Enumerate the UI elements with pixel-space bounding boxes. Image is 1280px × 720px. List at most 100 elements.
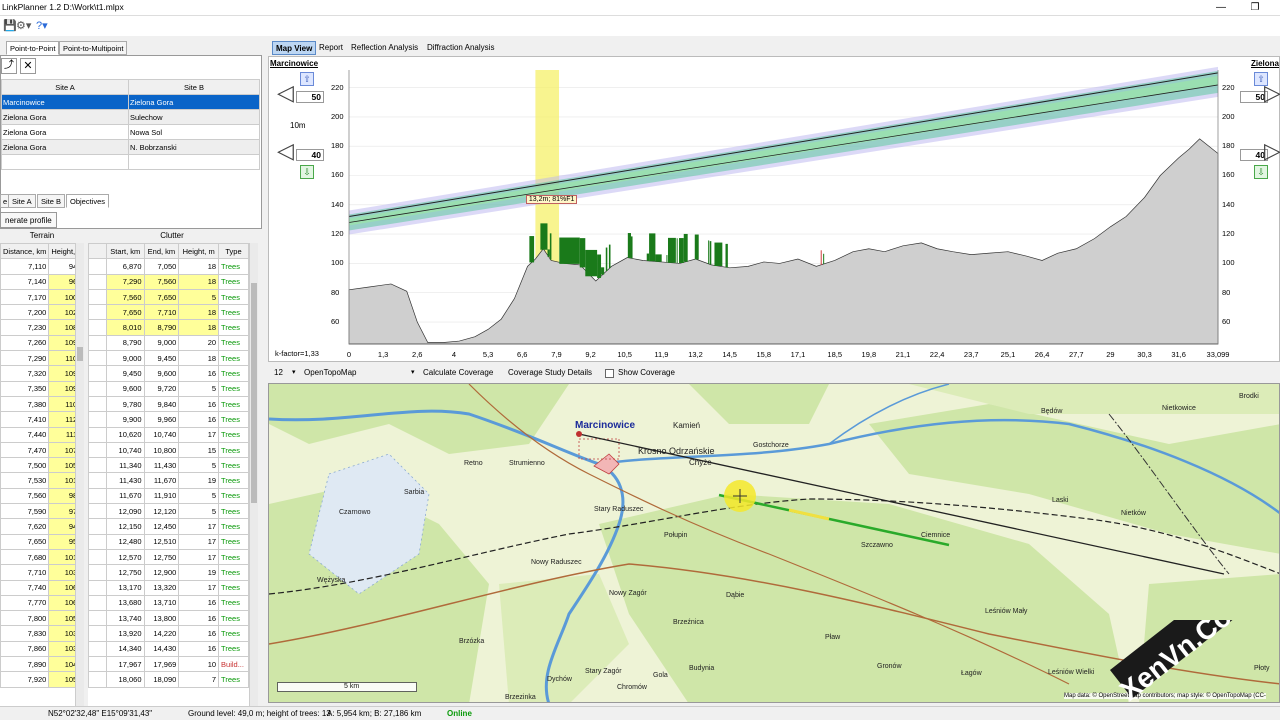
tab-reflection-analysis[interactable]: Reflection Analysis <box>348 41 421 55</box>
table-row[interactable]: 13,920 14,220 16 Trees <box>88 625 249 642</box>
table-row[interactable]: 7,500105,0 <box>0 457 84 474</box>
col-site-b[interactable]: Site B <box>128 79 260 95</box>
tab-point-to-multipoint[interactable]: Point-to-Multipoint <box>59 41 128 55</box>
table-row[interactable]: 7,62094,0 <box>0 518 84 535</box>
col-clutter-0[interactable]: Start, km <box>106 243 145 260</box>
table-row[interactable]: 7,56098,0 <box>0 487 84 505</box>
tab-site-b[interactable]: Site B <box>37 194 66 208</box>
calculate-coverage-button[interactable]: Calculate Coverage <box>423 368 493 377</box>
table-row[interactable]: 7,560 7,650 5 Trees <box>88 288 249 306</box>
table-row[interactable]: 13,740 13,800 16 Trees <box>88 610 249 627</box>
table-row[interactable]: 8,010 8,790 18 Trees <box>88 319 249 336</box>
table-row[interactable]: 7,260109,0 <box>0 334 84 352</box>
table-row[interactable]: 9,450 9,600 16 Trees <box>88 365 249 382</box>
table-row[interactable]: Zielona Gora N. Bobrzanski <box>1 139 260 155</box>
table-row[interactable]: 12,150 12,450 17 Trees <box>88 518 249 535</box>
sites-table: Site A Site B Marcinowice Zielona Gora Zie… <box>1 79 260 170</box>
table-row[interactable]: 7,200102,0 <box>0 304 84 321</box>
table-row[interactable]: 12,750 12,900 19 Trees <box>88 564 249 581</box>
clutter-scrollbar[interactable] <box>249 243 258 706</box>
table-row[interactable]: 7,290 7,560 18 Trees <box>88 273 249 290</box>
table-row[interactable]: 7,830103,0 <box>0 625 84 642</box>
table-row[interactable]: 11,670 11,910 5 Trees <box>88 487 249 505</box>
tab-map-view[interactable]: Map View <box>272 41 317 55</box>
table-row[interactable]: 14,340 14,430 16 Trees <box>88 640 249 658</box>
y-tick-label: 100 <box>1222 258 1235 268</box>
profile-chart[interactable] <box>268 56 1280 362</box>
table-row[interactable]: 10,740 10,800 15 Trees <box>88 441 249 459</box>
table-row[interactable]: 7,11094,0 <box>0 258 84 275</box>
tab-report[interactable]: Report <box>316 41 346 55</box>
col-site-a[interactable]: Site A <box>1 79 129 95</box>
col-clutter-3[interactable]: Type <box>218 243 249 260</box>
table-row[interactable]: Marcinowice Zielona Gora <box>1 94 260 110</box>
tab-site-a[interactable]: Site A <box>8 194 36 208</box>
map-place-label: Ciemnice <box>921 532 951 539</box>
table-row[interactable]: 7,770106,0 <box>0 594 84 612</box>
table-row[interactable]: Zielona Gora Nowa Sol <box>1 124 260 140</box>
tab-diffraction-analysis[interactable]: Diffraction Analysis <box>424 41 497 55</box>
help-icon[interactable]: ?▾ <box>36 19 48 32</box>
generate-profile-button[interactable]: nerate profile <box>0 212 57 228</box>
table-row[interactable]: 9,900 9,960 16 Trees <box>88 411 249 428</box>
table-row[interactable]: 12,480 12,510 17 Trees <box>88 533 249 550</box>
y-tick-label: 140 <box>331 199 344 209</box>
table-row[interactable]: 7,350109,0 <box>0 380 84 397</box>
table-row[interactable]: 12,570 12,750 17 Trees <box>88 548 249 566</box>
table-row[interactable]: 7,890104,0 <box>0 656 84 673</box>
cell: 7,620 <box>0 518 50 535</box>
table-row[interactable]: 17,967 17,969 10 Build... <box>88 656 249 673</box>
table-row[interactable]: 10,620 10,740 17 Trees <box>88 426 249 443</box>
table-row[interactable]: 7,59097,0 <box>0 503 84 520</box>
table-row[interactable]: 7,920105,0 <box>0 671 84 688</box>
cell: 10 <box>178 656 220 673</box>
table-row[interactable]: 7,860103,0 <box>0 640 84 658</box>
zoom-arrow-icon[interactable]: ▾ <box>292 368 296 376</box>
col-distance[interactable]: Distance, km <box>0 243 50 260</box>
table-row[interactable]: 7,380110,0 <box>0 395 84 413</box>
table-row[interactable]: 7,170100,0 <box>0 288 84 306</box>
table-row[interactable]: 7,680101,0 <box>0 548 84 566</box>
table-row[interactable]: 18,060 18,090 7 Trees <box>88 671 249 688</box>
table-row[interactable]: 7,470107,0 <box>0 441 84 459</box>
table-row[interactable]: 7,710103,0 <box>0 564 84 581</box>
show-coverage-checkbox[interactable] <box>605 369 614 378</box>
table-row[interactable]: 7,740106,0 <box>0 579 84 596</box>
table-row[interactable]: 11,340 11,430 5 Trees <box>88 457 249 474</box>
table-row[interactable]: 7,530101,0 <box>0 472 84 489</box>
source-arrow-icon[interactable]: ▾ <box>411 368 415 376</box>
table-row[interactable]: 8,790 9,000 20 Trees <box>88 334 249 352</box>
table-row[interactable]: 13,170 13,320 17 Trees <box>88 579 249 596</box>
delete-icon[interactable]: ✕ <box>20 58 36 74</box>
table-row[interactable]: Zielona Gora Sulechow <box>1 109 260 125</box>
maximize-button[interactable]: ❐ <box>1240 0 1270 16</box>
minimize-button[interactable]: — <box>1206 0 1236 16</box>
table-row[interactable]: 12,090 12,120 5 Trees <box>88 503 249 520</box>
table-row[interactable]: 7,800105,0 <box>0 610 84 627</box>
coverage-details-button[interactable]: Coverage Study Details <box>508 368 592 377</box>
tab-point-to-point[interactable]: Point-to-Point <box>6 41 60 55</box>
table-row[interactable]: 7,65095,0 <box>0 533 84 550</box>
table-row[interactable]: 7,290110,0 <box>0 350 84 367</box>
zoom-select[interactable]: 12 <box>274 368 283 377</box>
table-row[interactable]: 7,230108,0 <box>0 319 84 336</box>
col-clutter-1[interactable]: End, km <box>143 243 180 260</box>
settings-icon[interactable]: ⚙▾ <box>16 19 31 32</box>
tab-objectives[interactable]: Objectives <box>66 194 110 208</box>
table-row[interactable]: 7,14096,0 <box>0 273 84 290</box>
table-row[interactable]: 9,600 9,720 5 Trees <box>88 380 249 397</box>
table-row[interactable]: 9,000 9,450 18 Trees <box>88 350 249 367</box>
table-row[interactable]: 7,650 7,710 18 Trees <box>88 304 249 321</box>
table-row[interactable]: 11,430 11,670 19 Trees <box>88 472 249 489</box>
table-row[interactable]: 9,780 9,840 16 Trees <box>88 395 249 413</box>
map-source-select[interactable]: OpenTopoMap <box>304 368 356 377</box>
save-icon[interactable]: 💾 <box>3 19 17 32</box>
terrain-scrollbar[interactable] <box>75 243 84 706</box>
link-icon[interactable]: ⤴ <box>1 58 17 74</box>
table-row[interactable]: 6,870 7,050 18 Trees <box>88 258 249 275</box>
table-row[interactable]: 7,320109,0 <box>0 365 84 382</box>
table-row[interactable]: 7,440111,0 <box>0 426 84 443</box>
table-row[interactable]: 13,680 13,710 16 Trees <box>88 594 249 612</box>
table-row[interactable]: 7,410112,0 <box>0 411 84 428</box>
col-clutter-2[interactable]: Height, m <box>178 243 220 260</box>
